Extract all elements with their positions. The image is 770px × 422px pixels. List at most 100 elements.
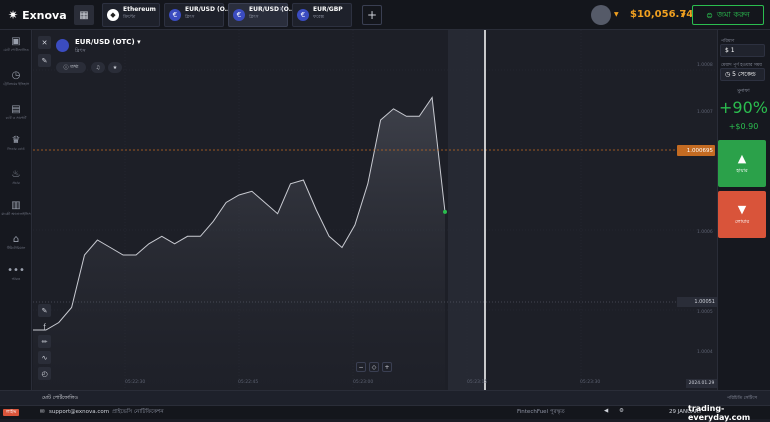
y-axis-label: 1.0008: [697, 63, 713, 68]
chevron-down-icon[interactable]: ▼: [614, 11, 619, 18]
plus-icon: +: [366, 8, 378, 22]
currency-flag-icon: €: [233, 9, 245, 21]
currency-flag-icon: €: [297, 9, 309, 21]
zoom-out-button[interactable]: −: [356, 362, 366, 372]
deposit-button[interactable]: ⊜ জমা করুন: [692, 5, 764, 25]
chat-icon: ▤: [11, 104, 21, 115]
sidebar-item-tutorials[interactable]: ⌂ টিউটোরিয়াল: [0, 234, 32, 250]
asset-tab-ethereum[interactable]: ◆ Ethereum ক্রিপ্টো: [102, 3, 160, 27]
expiry-value: 5 সেকেন্ড: [732, 71, 756, 78]
tab-subtitle: ব্লিৎস: [249, 15, 259, 20]
chart-icon: ▥: [11, 200, 21, 211]
sidebar-item-promo[interactable]: ♨ প্রচার: [0, 169, 32, 185]
pen-icon: ✏: [41, 337, 48, 346]
y-axis-label: 1.0004: [697, 350, 713, 355]
more-dots-icon: •••: [7, 265, 25, 276]
chevron-down-icon: ▾: [137, 38, 141, 46]
live-badge: লাইভ: [3, 409, 20, 416]
timeframe-button[interactable]: ◴: [38, 367, 51, 380]
lower-button[interactable]: ▼ লোয়ার: [718, 191, 766, 238]
payout-label: মুনাফা: [737, 88, 750, 94]
zoom-reset-button[interactable]: ◇: [369, 362, 379, 372]
draw-line-button[interactable]: ✏: [38, 335, 51, 348]
sidebar-item-analysis[interactable]: ▥ মার্কেট অ্যানালাইসিস: [0, 200, 32, 216]
add-asset-button[interactable]: +: [362, 5, 382, 25]
payout-amount: +$0.90: [728, 122, 759, 131]
clock-icon: ◷: [11, 70, 21, 81]
notification-button[interactable]: ♫: [91, 62, 105, 73]
current-price-tag: 1.000695: [677, 145, 715, 156]
date-tag: 2024.01.29: [686, 379, 717, 388]
fintech-award: FintechFuel পুরস্কৃত: [517, 409, 565, 415]
sidebar-item-label: লিডার বোর্ড: [7, 147, 25, 151]
timeframe-icon: ◴: [41, 369, 48, 378]
info-label: তথ্য: [70, 63, 79, 70]
lower-label: লোয়ার: [734, 218, 750, 225]
trend-down-icon: ▼: [737, 202, 747, 216]
sidebar-item-chat[interactable]: ▤ চ্যাট ও সাপোর্ট: [0, 104, 32, 120]
fx-button[interactable]: ƒ: [38, 320, 51, 333]
left-sidebar: ▣ মোট পোর্টফোলিও ◷ ট্রেডিংয়ের ইতিহাস ▤ চ্য…: [0, 30, 32, 405]
sidebar-item-label: ট্রেডিংয়ের ইতিহাস: [2, 82, 30, 86]
watermark: trading-everyday.com: [688, 404, 751, 422]
brand-name: Exnova: [22, 8, 67, 22]
x-axis-label: 05:23:15: [467, 380, 488, 385]
higher-button[interactable]: ▲ হায়ার: [718, 140, 766, 187]
sidebar-item-portfolio[interactable]: ▣ মোট পোর্টফোলিও: [0, 36, 32, 52]
deposit-label: জমা করুন: [716, 9, 750, 19]
privacy-link[interactable]: প্রাইভেসি নোটিফিকেশন: [112, 409, 164, 417]
info-button[interactable]: ⓘ তথ্য: [56, 62, 86, 73]
expiry-input[interactable]: ◷ 5 সেকেন্ড: [720, 68, 765, 81]
favorite-button[interactable]: ★: [108, 62, 122, 73]
flame-icon: ♨: [11, 169, 21, 180]
grid-icon: ▦: [79, 9, 89, 21]
wallet-icon: ⊜: [706, 10, 713, 20]
x-axis-label: 05:22:45: [238, 380, 259, 385]
volume-icon[interactable]: ◀: [604, 408, 608, 414]
sidebar-item-label: মার্কেট অ্যানালাইসিস: [1, 212, 31, 216]
currency-flag-icon: €: [169, 9, 181, 21]
sidebar-item-leaderboard[interactable]: ♛ লিডার বোর্ড: [0, 135, 32, 151]
sidebar-item-history[interactable]: ◷ ট্রেডিংয়ের ইতিহাস: [0, 70, 32, 86]
sidebar-item-label: মোট পোর্টফোলিও: [3, 48, 29, 52]
strike-price-tag: 1.00051: [677, 297, 717, 307]
indicator-tool-button[interactable]: ✎: [38, 304, 51, 317]
x-axis-label: 05:23:30: [580, 380, 601, 385]
bell-icon: ♫: [95, 64, 101, 71]
portfolio-bar[interactable]: মোট পোর্টফোলিও পরিচিতি সেটিংস: [0, 390, 770, 405]
minus-icon: −: [358, 363, 364, 371]
payout-percent: +90%: [719, 98, 768, 117]
amount-input[interactable]: $ 1: [720, 44, 765, 57]
graduation-cap-icon: ⌂: [12, 234, 20, 245]
sidebar-item-label: প্রচার: [12, 181, 20, 185]
asset-tab-eurusd-active[interactable]: € ✕ EUR/USD (O... ব্লিৎস: [228, 3, 296, 27]
close-tab-icon[interactable]: ✕: [279, 6, 284, 13]
footer: লাইভ ✉ support@exnova.com প্রাইভেসি নোটি…: [0, 405, 770, 419]
zoom-in-button[interactable]: +: [382, 362, 392, 372]
avatar[interactable]: [591, 5, 611, 25]
asset-tab-eurusd-1[interactable]: € EUR/USD (O... ব্লিৎস: [164, 3, 232, 27]
plus-icon: +: [384, 363, 390, 371]
y-axis-label: 1.0005: [697, 310, 713, 315]
chart-area[interactable]: [33, 30, 717, 390]
price-chart[interactable]: [33, 30, 717, 390]
tab-title: EUR/USD (O...: [249, 6, 296, 13]
asset-tab-eurgbp[interactable]: € EUR/GBP ফরেক্স: [292, 3, 352, 27]
settings-label[interactable]: পরিচিতি সেটিংস: [727, 395, 757, 402]
close-chart-button[interactable]: ✕: [38, 36, 51, 49]
asset-selector[interactable]: EUR/USD (OTC) ▾: [75, 38, 141, 46]
sidebar-item-label: চ্যাট ও সাপোর্ট: [5, 116, 27, 120]
chevron-down-icon[interactable]: ▼: [681, 12, 686, 19]
wave-icon: ∿: [41, 353, 48, 362]
sidebar-item-more[interactable]: ••• আরও: [0, 265, 32, 281]
chart-type-button[interactable]: ∿: [38, 351, 51, 364]
portfolio-label[interactable]: মোট পোর্টফোলিও: [42, 395, 78, 403]
diamond-icon: ◇: [371, 363, 377, 371]
brand-logo[interactable]: ✷ Exnova: [8, 8, 67, 22]
briefcase-icon: ▣: [11, 36, 21, 47]
support-email-link[interactable]: support@exnova.com: [49, 409, 109, 415]
gear-icon[interactable]: ⚙: [619, 408, 624, 414]
draw-tool-button[interactable]: ✎: [38, 54, 51, 67]
asset-subtitle: ব্লিৎস: [75, 48, 86, 54]
grid-menu-button[interactable]: ▦: [74, 5, 94, 25]
